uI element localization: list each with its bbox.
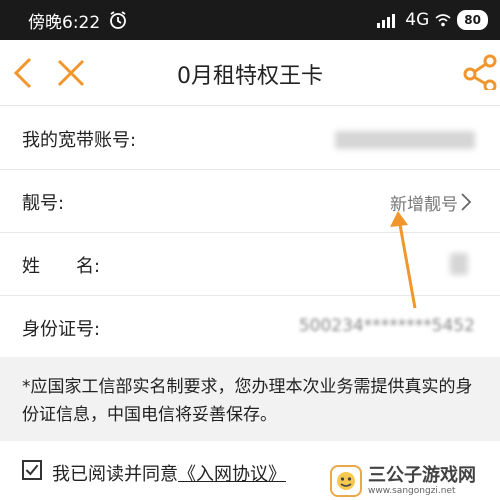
share-button[interactable] (462, 54, 500, 90)
status-right: 4G 80 (377, 10, 488, 30)
site-watermark: 三公子游戏网 www.sangongzi.net (330, 462, 500, 500)
battery-indicator: 80 (457, 10, 488, 30)
chevron-right-icon (461, 193, 472, 211)
alarm-clock-icon (110, 11, 127, 29)
status-bar: 傍晚6:22 4G 80 (0, 0, 500, 40)
agreement-text: 我已阅读并同意《入网协议》 (52, 460, 286, 486)
signal-strength-icon (377, 14, 396, 28)
watermark-text: 三公子游戏网 www.sangongzi.net (368, 464, 476, 496)
status-time: 傍晚6:22 (28, 12, 101, 33)
checkmark-icon (25, 464, 39, 476)
id-number-value-blurred: 500234********5452 (298, 316, 475, 336)
nav-bar: 0月租特权王卡 (0, 40, 500, 106)
watermark-logo-icon (330, 465, 362, 497)
name-value-blurred (450, 253, 468, 275)
broadband-account-value-blurred (335, 131, 475, 149)
watermark-url: www.sangongzi.net (368, 485, 456, 496)
agree-checkbox[interactable] (22, 460, 42, 480)
name-label: 姓 名: (22, 256, 101, 277)
network-type: 4G (405, 10, 430, 30)
lucky-number-label: 靓号: (22, 193, 65, 214)
real-name-notice: *应国家工信部实名制要求，您办理本次业务需提供真实的身份证信息，中国电信将妥善保… (0, 357, 500, 441)
annotation-arrow-icon (390, 211, 417, 309)
share-icon (463, 54, 497, 90)
id-number-label: 身份证号: (22, 319, 101, 340)
broadband-account-row: 我的宽带账号: (0, 107, 500, 170)
page-title: 0月租特权王卡 (177, 64, 323, 89)
broadband-account-label: 我的宽带账号: (22, 130, 137, 151)
wifi-icon (435, 14, 451, 27)
status-left: 傍晚6:22 (28, 8, 128, 33)
agreement-prefix: 我已阅读并同意 (52, 464, 178, 485)
network-agreement-link[interactable]: 《入网协议》 (178, 464, 286, 485)
watermark-title: 三公子游戏网 (368, 464, 476, 486)
